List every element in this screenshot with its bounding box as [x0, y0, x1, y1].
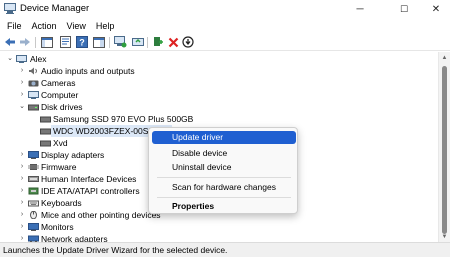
menu-file[interactable]: File: [2, 18, 27, 34]
expand-icon[interactable]: ›: [18, 185, 26, 197]
context-menu-update-driver[interactable]: Update driver: [152, 131, 296, 144]
tree-item-computer[interactable]: › Computer: [0, 89, 437, 101]
expand-icon[interactable]: ›: [18, 77, 26, 89]
tree-item-label: Firmware: [41, 162, 77, 172]
svg-text:?: ?: [79, 38, 85, 48]
tree-item-label: Monitors: [41, 222, 74, 232]
tree-item-label: Samsung SSD 970 EVO Plus 500GB: [53, 114, 194, 124]
expand-icon[interactable]: ›: [18, 221, 26, 233]
help-icon[interactable]: ?: [75, 35, 89, 49]
tree-item-network[interactable]: › Network adapters: [0, 233, 437, 242]
scan-hardware-icon[interactable]: [113, 35, 127, 49]
expand-icon[interactable]: ›: [18, 65, 26, 77]
disk-icon: [40, 128, 51, 135]
keyboard-icon: [28, 200, 39, 207]
window-title: Device Manager: [20, 3, 90, 14]
tree-item-samsung-ssd[interactable]: Samsung SSD 970 EVO Plus 500GB: [0, 113, 437, 125]
properties-icon[interactable]: [58, 35, 72, 49]
minimize-button[interactable]: ─: [347, 0, 373, 18]
scroll-up-icon[interactable]: ▲: [439, 53, 450, 63]
action-pane-icon[interactable]: [92, 35, 106, 49]
context-menu-properties[interactable]: Properties: [152, 200, 296, 213]
menu-bar: File Action View Help: [0, 18, 450, 34]
collapse-icon[interactable]: ⌄: [18, 101, 26, 113]
expand-icon[interactable]: ›: [18, 173, 26, 185]
tree-item-audio[interactable]: › Audio inputs and outputs: [0, 65, 437, 77]
tree-item-label: Disk drives: [41, 102, 83, 112]
forward-icon[interactable]: [18, 35, 32, 49]
tree-item-label: Mice and other pointing devices: [41, 210, 161, 220]
expand-icon[interactable]: ›: [18, 209, 26, 221]
speaker-icon: [29, 67, 37, 75]
tree-item-label: Keyboards: [41, 198, 82, 208]
close-button[interactable]: ✕: [423, 0, 449, 18]
context-menu-separator: [157, 177, 291, 178]
tree-item-label: Xvd: [53, 138, 68, 148]
hid-icon: [28, 176, 39, 182]
vertical-scrollbar[interactable]: ▲ ▼: [438, 52, 450, 242]
tree-item-label: Cameras: [41, 78, 76, 88]
maximize-button[interactable]: ☐: [391, 0, 417, 18]
context-menu-scan-hardware[interactable]: Scan for hardware changes: [152, 181, 296, 194]
scroll-down-icon[interactable]: ▼: [439, 232, 450, 242]
enable-device-icon[interactable]: [151, 35, 165, 49]
collapse-icon[interactable]: ⌄: [6, 53, 14, 65]
context-menu-uninstall-device[interactable]: Uninstall device: [152, 161, 296, 174]
expand-icon[interactable]: ›: [18, 149, 26, 161]
computer-icon: [28, 91, 39, 99]
firmware-icon: [28, 164, 39, 170]
expand-icon[interactable]: ›: [18, 89, 26, 101]
show-hide-console-tree-icon[interactable]: [40, 35, 54, 49]
update-driver-icon[interactable]: [131, 35, 145, 49]
tree-item-cameras[interactable]: › Cameras: [0, 77, 437, 89]
tree-item-label: Human Interface Devices: [41, 174, 137, 184]
tree-item-disk-drives[interactable]: ⌄ Disk drives: [0, 101, 437, 113]
status-bar: Launches the Update Driver Wizard for th…: [0, 242, 450, 257]
tree-item-label: Network adapters: [41, 234, 108, 242]
tree-root-label: Alex: [30, 54, 47, 64]
disk-icon: [40, 140, 51, 147]
toolbar: ?: [0, 34, 450, 51]
menu-help[interactable]: Help: [91, 18, 120, 34]
expand-icon[interactable]: ›: [18, 161, 26, 173]
title-bar: Device Manager ─ ☐ ✕: [0, 0, 450, 18]
camera-icon: [28, 80, 39, 87]
context-menu-disable-device[interactable]: Disable device: [152, 147, 296, 160]
disk-icon: [40, 116, 51, 123]
disk-drive-icon: [28, 104, 39, 111]
context-menu: Update driver Disable device Uninstall d…: [148, 127, 298, 214]
mouse-icon: [30, 211, 37, 219]
network-icon: [28, 235, 39, 242]
computer-root-icon: [16, 55, 27, 63]
menu-view[interactable]: View: [62, 18, 91, 34]
scroll-thumb[interactable]: [442, 66, 447, 234]
tree-item-label: IDE ATA/ATAPI controllers: [41, 186, 140, 196]
monitor-icon: [28, 223, 39, 231]
disable-device-icon[interactable]: [181, 35, 195, 49]
context-menu-separator: [157, 197, 291, 198]
menu-action[interactable]: Action: [27, 18, 62, 34]
expand-icon[interactable]: ›: [18, 233, 26, 242]
back-icon[interactable]: [3, 35, 17, 49]
tree-item-label: Display adapters: [41, 150, 105, 160]
tree-item-label: Computer: [41, 90, 79, 100]
tree-item-monitors[interactable]: › Monitors: [0, 221, 437, 233]
uninstall-device-icon[interactable]: [166, 35, 180, 49]
display-icon: [28, 151, 39, 159]
tree-root[interactable]: ⌄ Alex: [0, 53, 437, 65]
device-manager-icon: [4, 3, 16, 14]
ide-icon: [28, 187, 39, 195]
expand-icon[interactable]: ›: [18, 197, 26, 209]
tree-item-label: Audio inputs and outputs: [41, 66, 135, 76]
